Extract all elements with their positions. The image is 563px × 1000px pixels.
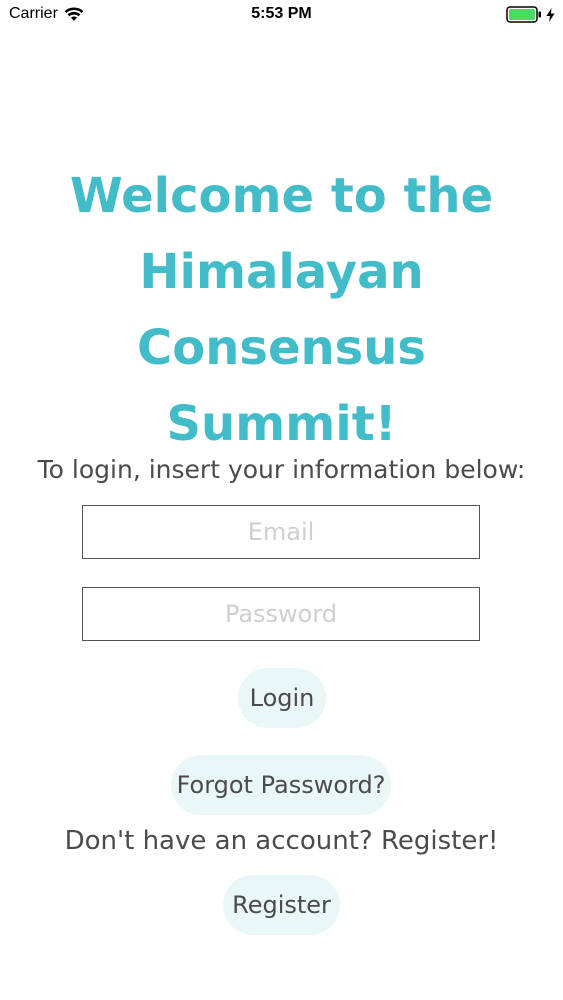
register-button[interactable]: Register — [223, 875, 340, 935]
status-time: 5:53 PM — [251, 5, 312, 22]
battery-group — [506, 6, 555, 23]
status-bar: Carrier 5:53 PM — [0, 0, 563, 30]
login-button[interactable]: Login — [238, 668, 326, 728]
password-field[interactable] — [82, 587, 480, 641]
welcome-title: Welcome to the Himalayan Consensus Summi… — [69, 168, 494, 452]
login-instruction: To login, insert your information below: — [37, 455, 526, 484]
battery-icon — [506, 6, 541, 23]
email-field[interactable] — [82, 505, 480, 559]
register-prompt: Don't have an account? Register! — [64, 826, 499, 856]
forgot-password-button[interactable]: Forgot Password? — [171, 755, 391, 815]
charging-bolt-icon — [546, 7, 555, 22]
